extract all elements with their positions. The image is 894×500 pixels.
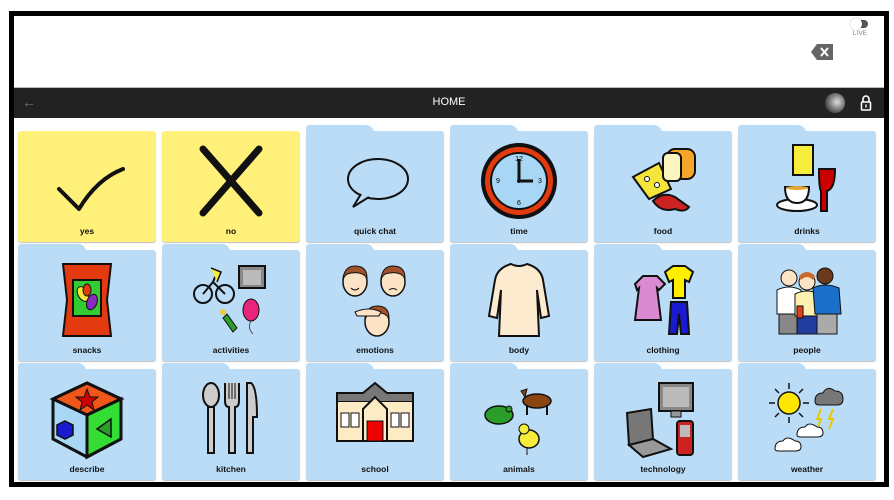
animals-icon: [469, 377, 569, 461]
tile-label: technology: [640, 464, 686, 474]
lock-icon[interactable]: [859, 94, 873, 112]
tile-label: snacks: [72, 345, 102, 355]
cutlery-icon: [181, 377, 281, 461]
tile-technology[interactable]: technology: [594, 363, 732, 480]
drinks-icon: [757, 139, 857, 223]
tile-kitchen[interactable]: kitchen: [162, 363, 300, 480]
tile-label: body: [508, 345, 530, 355]
devices-icon: [613, 377, 713, 461]
tile-describe[interactable]: describe: [18, 363, 156, 480]
toggle-switch[interactable]: [850, 18, 868, 30]
tile-quick-chat[interactable]: quick chat: [306, 125, 444, 242]
backspace-icon[interactable]: [811, 44, 833, 60]
page-title: HOME: [432, 96, 466, 108]
tile-label: describe: [69, 464, 105, 474]
tile-label: animals: [503, 464, 535, 474]
user-avatar[interactable]: [825, 93, 845, 113]
message-bar[interactable]: LIVE: [14, 16, 884, 89]
tile-label: drinks: [794, 226, 820, 236]
live-label: LIVE: [852, 31, 868, 37]
clock-icon: 12369: [469, 139, 569, 223]
tile-label: kitchen: [216, 464, 246, 474]
tile-people[interactable]: people: [738, 244, 876, 361]
tile-label: people: [793, 345, 821, 355]
cross-icon: [181, 139, 281, 223]
tile-label: time: [510, 226, 528, 236]
checkmark-icon: [37, 139, 137, 223]
shape-cube-icon: [37, 377, 137, 461]
tile-food[interactable]: food: [594, 125, 732, 242]
activities-icon: [181, 258, 281, 342]
tile-label: clothing: [646, 345, 680, 355]
tile-clothing[interactable]: clothing: [594, 244, 732, 361]
tile-activities[interactable]: activities: [162, 244, 300, 361]
snack-bag-icon: [37, 258, 137, 342]
body-icon: [469, 258, 569, 342]
school-building-icon: [325, 377, 425, 461]
tile-label: no: [225, 226, 237, 236]
faces-icon: [325, 258, 425, 342]
tile-label: yes: [79, 226, 95, 236]
tile-weather[interactable]: weather: [738, 363, 876, 480]
tile-animals[interactable]: animals: [450, 363, 588, 480]
people-icon: [757, 258, 857, 342]
live-toggle[interactable]: LIVE: [847, 18, 873, 37]
tile-school[interactable]: school: [306, 363, 444, 480]
clothing-icon: [613, 258, 713, 342]
tile-emotions[interactable]: emotions: [306, 244, 444, 361]
tile-label: emotions: [356, 345, 394, 355]
food-icon: [613, 139, 713, 223]
tile-label: weather: [790, 464, 824, 474]
tile-label: quick chat: [353, 226, 397, 236]
tile-no[interactable]: no: [162, 131, 300, 242]
svg-text:3: 3: [538, 178, 542, 185]
weather-icon: [757, 377, 857, 461]
tile-snacks[interactable]: snacks: [18, 244, 156, 361]
tile-time[interactable]: 12369time: [450, 125, 588, 242]
tile-body[interactable]: body: [450, 244, 588, 361]
app-frame: LIVE ← HOME yesnoquick chat12369timefood…: [9, 11, 889, 487]
svg-text:6: 6: [517, 200, 521, 207]
tile-label: activities: [212, 345, 250, 355]
speech-bubble-icon: [325, 139, 425, 223]
tile-drinks[interactable]: drinks: [738, 125, 876, 242]
tile-label: school: [361, 464, 389, 474]
nav-bar: ← HOME: [14, 88, 884, 118]
svg-text:9: 9: [496, 178, 500, 185]
tile-yes[interactable]: yes: [18, 131, 156, 242]
tile-label: food: [653, 226, 673, 236]
